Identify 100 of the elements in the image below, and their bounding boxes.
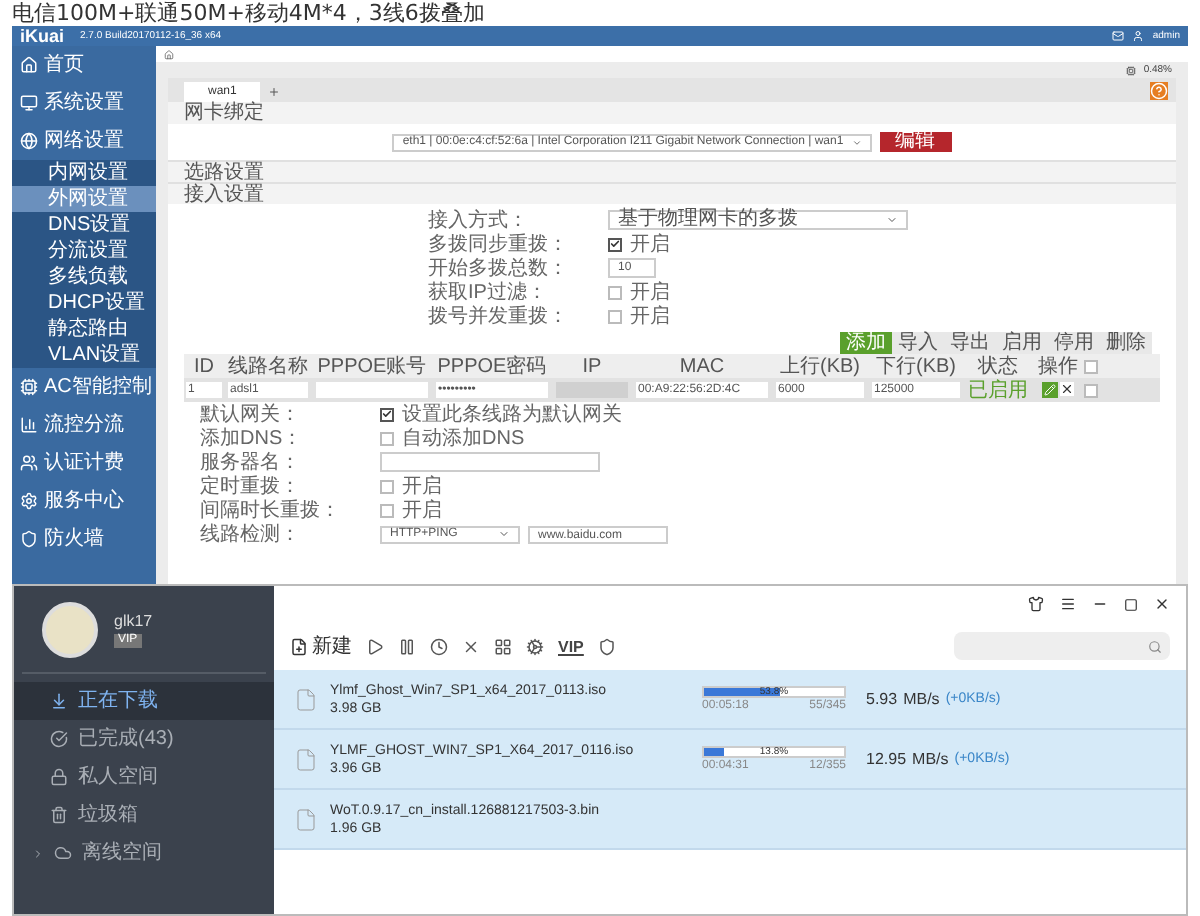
option-label: 开启 [402, 473, 442, 499]
checkbox[interactable] [608, 237, 622, 251]
close-icon[interactable] [1154, 596, 1170, 612]
column-header: 线路名称 [226, 355, 310, 377]
grid-icon[interactable] [494, 637, 512, 655]
option-label: 自动添加DNS [402, 425, 525, 453]
checkbox[interactable] [1084, 383, 1098, 397]
column-header: PPPOE密码 [435, 355, 549, 377]
caret-icon [498, 528, 510, 540]
speed-value: 12.95 [866, 750, 907, 768]
action-button[interactable]: 停用 [1048, 332, 1100, 354]
delete-icon[interactable] [462, 637, 480, 655]
checkbox[interactable] [1084, 359, 1098, 373]
checkbox[interactable] [380, 431, 394, 445]
field-label: 间隔时长重拨： [200, 499, 342, 521]
sidebar-subitem[interactable]: 内网设置 [12, 160, 156, 186]
action-button[interactable]: 启用 [996, 332, 1048, 354]
option-label: 开启 [630, 231, 670, 259]
maximize-icon[interactable] [1124, 597, 1138, 611]
speed-value: 5.93 [866, 690, 898, 708]
nav-icon [50, 806, 68, 824]
checkbox[interactable] [380, 407, 394, 421]
expand-icon[interactable] [32, 847, 44, 859]
column-header: 状态 [976, 355, 1020, 377]
nav-icon [50, 692, 68, 710]
clock-icon[interactable] [430, 637, 448, 655]
nav-icon [50, 768, 68, 786]
file-icon [294, 685, 318, 713]
logo: iKuai [20, 26, 65, 46]
field-label: 添加DNS： [200, 427, 305, 449]
nav-item[interactable]: 垃圾箱 [14, 796, 274, 834]
nav-item[interactable]: 正在下载 [14, 682, 274, 720]
cpu-icon [1125, 65, 1136, 75]
field-label: 多拨同步重拨： [428, 233, 570, 255]
add-tab-icon[interactable] [268, 86, 281, 98]
field-label: 服务器名： [200, 451, 302, 473]
shield-icon[interactable] [597, 637, 616, 655]
checkbox[interactable] [608, 285, 622, 299]
input-field[interactable] [316, 382, 428, 398]
caption: 电信100M+联通50M+移动4M*4，3线6拨叠加 [10, 0, 487, 26]
column-header: IP [580, 355, 604, 377]
field-label: 接入方式： [428, 209, 530, 231]
action-button[interactable]: 删除 [1100, 332, 1152, 354]
sidebar-subitem[interactable]: VLAN设置 [12, 342, 156, 368]
field-label: 定时重拨： [200, 475, 302, 497]
user-name[interactable]: glk17 [114, 611, 153, 629]
option-label: 开启 [402, 497, 442, 525]
home-icon[interactable] [164, 49, 174, 59]
field-label: 默认网关： [200, 403, 302, 425]
gear-icon[interactable] [526, 637, 544, 655]
option-label: 设置此条线路为默认网关 [402, 401, 622, 427]
action-button[interactable]: 导出 [944, 332, 996, 354]
status-text: 已启用 [968, 379, 1028, 401]
search-icon [1148, 639, 1162, 653]
option-label: 开启 [630, 279, 670, 305]
help-icon[interactable] [1150, 82, 1168, 100]
new-button[interactable]: 新建 [290, 635, 352, 657]
section-header: 选路设置 [168, 160, 1176, 182]
option-label: 开启 [630, 303, 670, 331]
column-header: MAC [677, 355, 727, 377]
field-label: 线路检测： [200, 523, 302, 545]
avatar [42, 601, 98, 657]
field-label: 获取IP过滤： [428, 281, 549, 303]
nav-icon [50, 730, 68, 748]
user-icon[interactable] [1132, 30, 1145, 42]
sidebar-subitem[interactable]: DNS设置 [12, 212, 156, 238]
new-file-icon [290, 637, 308, 655]
sidebar-subitem[interactable]: DHCP设置 [12, 290, 156, 316]
nav-item[interactable]: 私人空间 [14, 758, 274, 796]
file-icon [294, 745, 318, 773]
column-header: PPPOE账号 [315, 355, 429, 377]
checkbox[interactable] [380, 479, 394, 493]
nav-icon [54, 844, 72, 862]
input-field[interactable] [380, 452, 600, 472]
select-field[interactable]: 基于物理网卡的多拨 [608, 210, 908, 230]
pause-icon[interactable] [398, 637, 416, 655]
start-icon[interactable] [366, 637, 384, 655]
search-field[interactable] [954, 632, 1170, 660]
sidebar-subitem[interactable]: 静态路由 [12, 316, 156, 342]
skin-icon[interactable] [1028, 596, 1044, 612]
column-header: ID [192, 355, 216, 377]
column-header: 操作 [1036, 355, 1080, 377]
file-icon [294, 805, 318, 833]
section-header: 网卡绑定 [168, 102, 1176, 124]
section-header: 接入设置 [168, 182, 1176, 204]
action-button[interactable]: 导入 [892, 332, 944, 354]
mail-icon[interactable] [1112, 30, 1125, 42]
checkbox[interactable] [608, 309, 622, 323]
field-label: 开始多拨总数： [428, 257, 570, 279]
nav-item[interactable]: 已完成(43) [14, 720, 274, 758]
nav-item[interactable]: 离线空间 [14, 834, 274, 872]
column-header: 下行(KB) [874, 355, 958, 377]
speed-unit: MB/s [903, 690, 940, 708]
checkbox[interactable] [380, 503, 394, 517]
vip-button[interactable]: VIP [558, 637, 584, 655]
column-header: 上行(KB) [778, 355, 862, 377]
field-label: 拨号并发重拨： [428, 305, 570, 327]
sidebar-subitem[interactable]: 分流设置 [12, 238, 156, 264]
sidebar-subitem[interactable]: 多线负载 [12, 264, 156, 290]
close-icon[interactable] [1060, 382, 1074, 396]
